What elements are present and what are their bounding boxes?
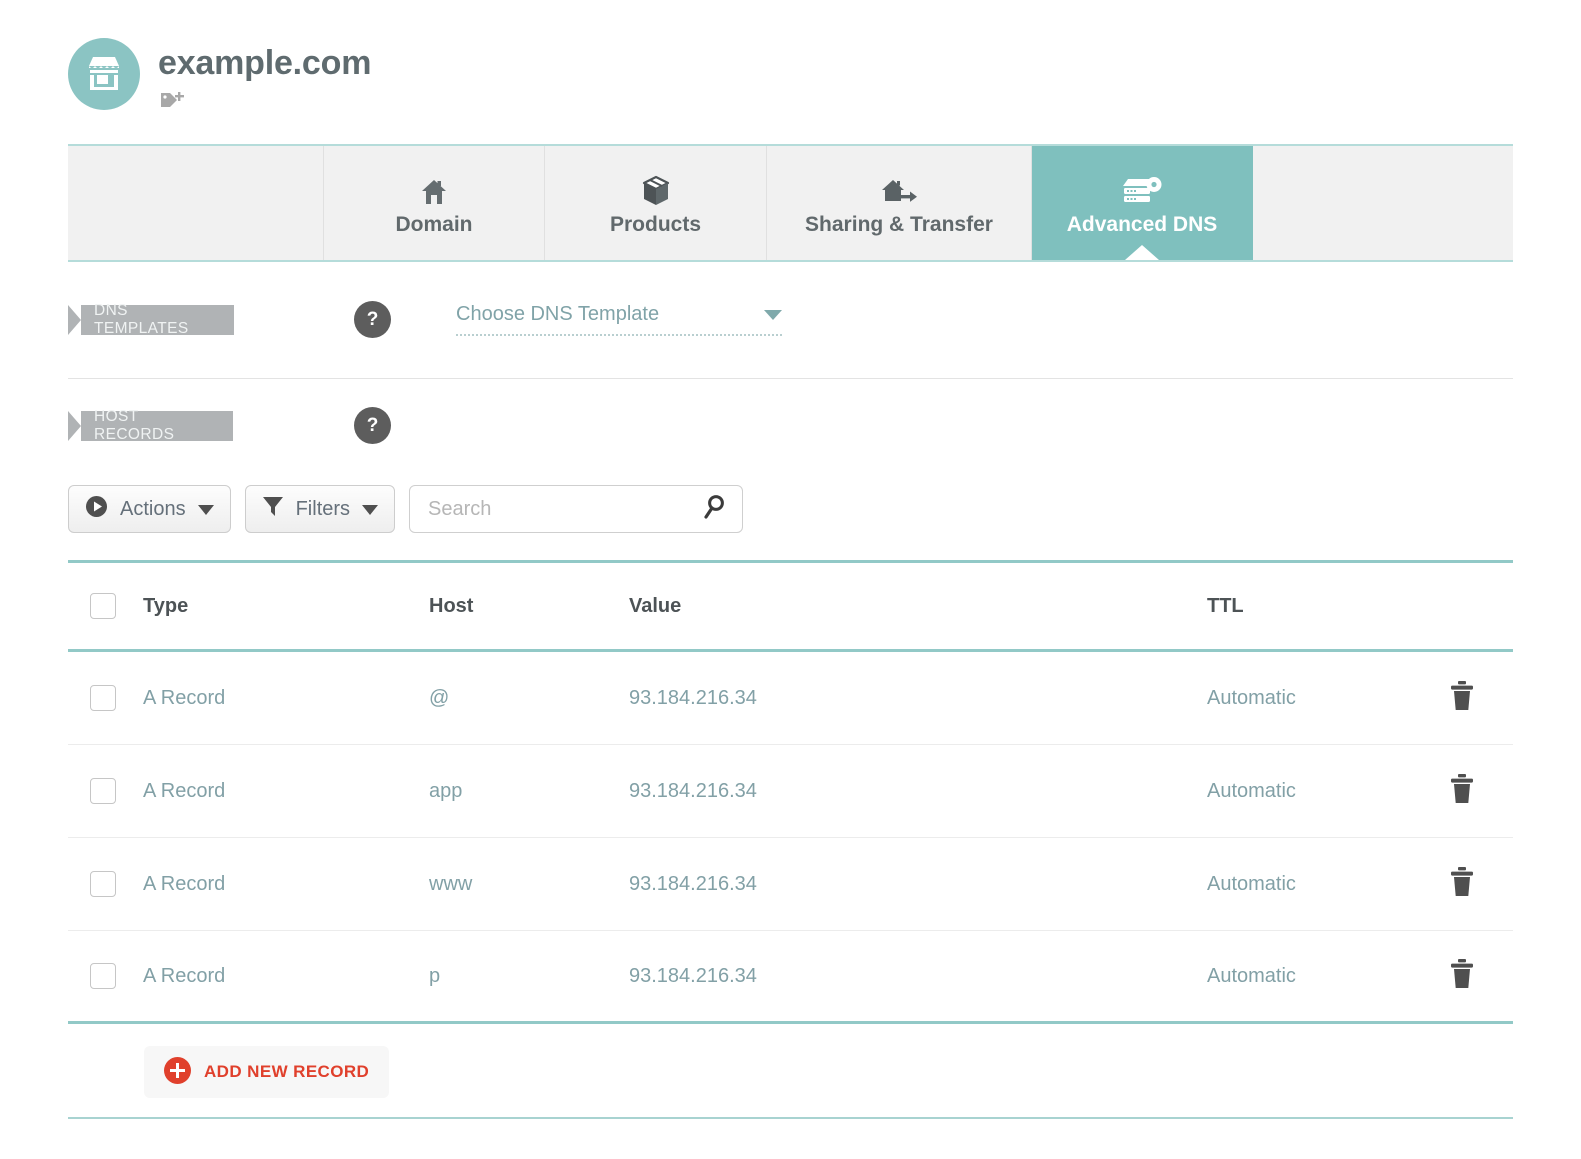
home-transfer-icon xyxy=(880,169,918,207)
cell-ttl: Automatic xyxy=(1207,872,1296,895)
cell-value: 93.184.216.34 xyxy=(629,686,757,709)
trash-icon[interactable] xyxy=(1449,680,1475,716)
delete-cell xyxy=(1437,866,1513,902)
advanced-dns-page: example.com Domain Products Sharing & Tr… xyxy=(0,0,1581,1159)
chevron-down-icon xyxy=(197,498,214,521)
row-checkbox[interactable] xyxy=(90,963,116,989)
dns-templates-ribbon: DNS TEMPLATES xyxy=(68,301,234,337)
cell-value: 93.184.216.34 xyxy=(629,872,757,895)
table-row[interactable]: A Record @ 93.184.216.34 Automatic xyxy=(68,652,1513,745)
row-select-cell xyxy=(68,871,143,897)
host-records-ribbon: HOST RECORDS xyxy=(68,407,233,443)
table-row[interactable]: A Record p 93.184.216.34 Automatic xyxy=(68,931,1513,1024)
search-box[interactable] xyxy=(409,485,744,533)
chevron-down-icon xyxy=(764,309,782,320)
bottom-rule xyxy=(68,1117,1513,1119)
funnel-icon xyxy=(262,495,284,524)
tab-products[interactable]: Products xyxy=(545,146,767,260)
cell-type: A Record xyxy=(143,872,226,895)
trash-icon[interactable] xyxy=(1449,958,1475,994)
cell-ttl: Automatic xyxy=(1207,686,1296,709)
search-icon[interactable] xyxy=(703,494,726,524)
column-header-ttl: TTL xyxy=(1207,594,1244,617)
trash-icon[interactable] xyxy=(1449,773,1475,809)
help-icon-host-records[interactable]: ? xyxy=(354,407,391,444)
section-divider xyxy=(68,378,1513,379)
table-row[interactable]: A Record app 93.184.216.34 Automatic xyxy=(68,745,1513,838)
tab-end-spacer xyxy=(1253,146,1513,260)
play-circle-icon xyxy=(85,495,108,524)
home-icon xyxy=(419,169,449,207)
tab-spacer xyxy=(68,146,324,260)
tab-sharing-transfer[interactable]: Sharing & Transfer xyxy=(767,146,1032,260)
plus-circle-icon xyxy=(164,1057,191,1087)
cell-value: 93.184.216.34 xyxy=(629,779,757,802)
cell-type: A Record xyxy=(143,779,226,802)
cell-type: A Record xyxy=(143,686,226,709)
dns-template-select[interactable]: Choose DNS Template xyxy=(456,303,782,336)
column-header-type: Type xyxy=(143,594,189,617)
trash-icon[interactable] xyxy=(1449,866,1475,902)
domain-title-wrap: example.com xyxy=(158,38,371,114)
select-all-cell xyxy=(68,593,143,619)
filters-label: Filters xyxy=(295,497,351,520)
dns-templates-label: DNS TEMPLATES xyxy=(94,301,189,337)
tab-label: Sharing & Transfer xyxy=(805,213,993,236)
cell-host: @ xyxy=(429,686,450,709)
dns-template-select-value: Choose DNS Template xyxy=(456,303,660,325)
dns-templates-section: DNS TEMPLATES ? Choose DNS Template xyxy=(68,301,782,338)
page-title: example.com xyxy=(158,44,372,82)
cell-ttl: Automatic xyxy=(1207,779,1296,802)
column-header-value: Value xyxy=(629,594,682,617)
row-checkbox[interactable] xyxy=(90,778,116,804)
chevron-down-icon xyxy=(362,498,379,521)
host-records-section: HOST RECORDS ? xyxy=(68,407,391,444)
column-header-host: Host xyxy=(429,594,474,617)
records-toolbar: Actions Filters xyxy=(68,485,744,533)
row-select-cell xyxy=(68,778,143,804)
select-all-checkbox[interactable] xyxy=(90,593,116,619)
add-new-record-button[interactable]: ADD NEW RECORD xyxy=(144,1046,390,1098)
row-select-cell xyxy=(68,685,143,711)
cell-ttl: Automatic xyxy=(1207,964,1296,987)
cell-host: www xyxy=(429,872,473,895)
cell-host: p xyxy=(429,964,441,987)
table-header-row: Type Host Value TTL xyxy=(68,560,1513,652)
storefront-icon xyxy=(68,38,140,110)
filters-button[interactable]: Filters xyxy=(244,485,396,533)
help-icon-glyph: ? xyxy=(366,308,379,330)
row-checkbox[interactable] xyxy=(90,685,116,711)
delete-cell xyxy=(1437,773,1513,809)
main-tabs: Domain Products Sharing & Transfer Advan… xyxy=(68,144,1513,262)
tab-label: Products xyxy=(609,213,701,236)
box-icon xyxy=(641,169,671,207)
add-record-row: ADD NEW RECORD xyxy=(68,1034,1513,1110)
actions-label: Actions xyxy=(120,497,186,520)
tab-domain[interactable]: Domain xyxy=(324,146,545,260)
row-checkbox[interactable] xyxy=(90,871,116,897)
search-input[interactable] xyxy=(426,496,677,522)
add-new-record-label: ADD NEW RECORD xyxy=(204,1062,370,1081)
table-row[interactable]: A Record www 93.184.216.34 Automatic xyxy=(68,838,1513,931)
cell-value: 93.184.216.34 xyxy=(629,964,757,987)
server-gear-icon xyxy=(1121,169,1163,207)
help-icon-glyph: ? xyxy=(366,414,379,436)
tag-add-icon[interactable] xyxy=(160,89,186,114)
tab-advanced-dns[interactable]: Advanced DNS xyxy=(1032,146,1253,260)
tab-label: Advanced DNS xyxy=(1066,213,1218,236)
row-select-cell xyxy=(68,963,143,989)
help-icon-dns-templates[interactable]: ? xyxy=(354,301,391,338)
delete-cell xyxy=(1437,958,1513,994)
host-records-label: HOST RECORDS xyxy=(94,407,175,443)
domain-header: example.com xyxy=(68,38,371,114)
host-records-table: Type Host Value TTL A Record @ 93.184.21… xyxy=(68,560,1513,1024)
tab-label: Domain xyxy=(395,213,473,236)
cell-host: app xyxy=(429,779,463,802)
cell-type: A Record xyxy=(143,964,226,987)
delete-cell xyxy=(1437,680,1513,716)
actions-button[interactable]: Actions xyxy=(68,485,231,533)
